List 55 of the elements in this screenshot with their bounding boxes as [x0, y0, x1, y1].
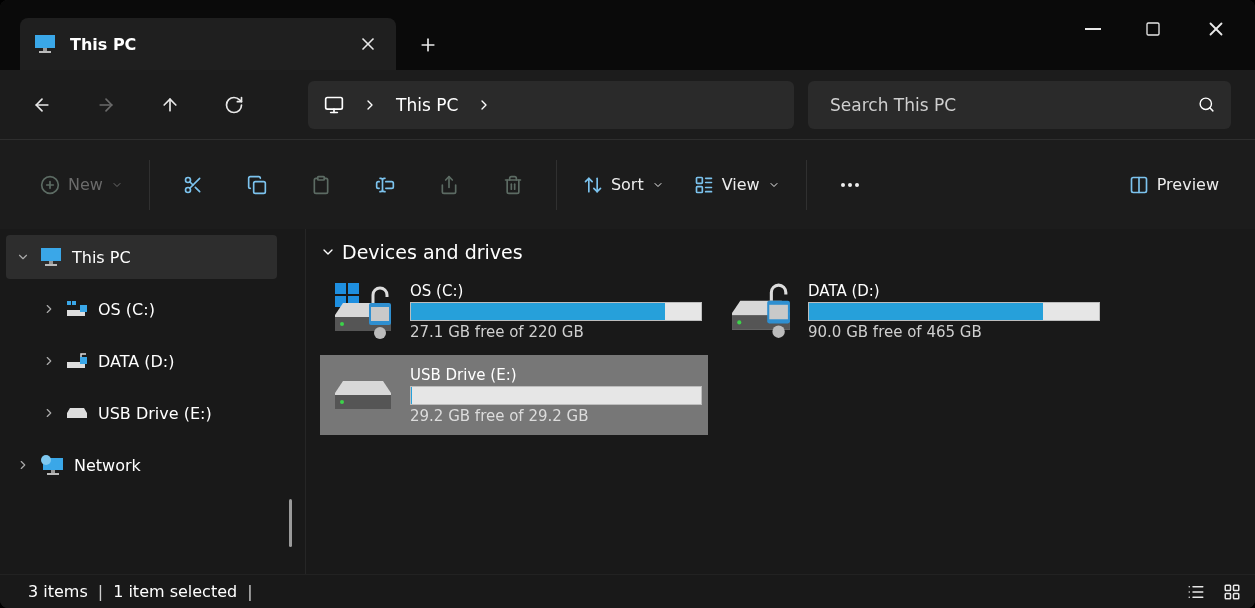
monitor-icon	[324, 94, 344, 115]
sidebar-label: DATA (D:)	[98, 351, 175, 371]
sidebar-label: Network	[74, 455, 141, 475]
sidebar-item[interactable]: OS (C:)	[6, 287, 277, 331]
drive-icon	[66, 352, 88, 370]
sidebar-item[interactable]: USB Drive (E:)	[6, 391, 277, 435]
refresh-icon	[224, 94, 244, 115]
status-text: 1 item selected	[113, 582, 238, 601]
drive-name: OS (C:)	[410, 281, 465, 300]
tab[interactable]: This PC	[20, 18, 396, 70]
drive-name: USB Drive (E:)	[410, 365, 518, 384]
search-field[interactable]: Search This PC	[808, 80, 1231, 129]
grid-icon	[1223, 582, 1241, 601]
scrollbar[interactable]	[289, 499, 292, 547]
sidebar-item[interactable]: This PC	[6, 235, 277, 279]
monitor-icon	[34, 34, 56, 54]
locked-drive-icon	[731, 282, 791, 340]
status-text: 3 items	[28, 582, 88, 601]
drive-tile[interactable]: DATA (D:) 90.0 GB free of 465 GB	[718, 271, 1106, 351]
preview-button[interactable]: Preview	[1120, 168, 1227, 201]
locked-drive-icon	[333, 282, 393, 340]
view-button[interactable]: View	[685, 168, 788, 201]
free-space: 27.1 GB free of 220 GB	[410, 322, 585, 341]
minimize-icon	[1085, 28, 1101, 30]
scissors-icon	[182, 174, 203, 195]
breadcrumb[interactable]: This PC	[396, 94, 459, 115]
free-space: 29.2 GB free of 29.2 GB	[410, 406, 590, 425]
sidebar-item[interactable]: Network	[6, 443, 277, 487]
drive-icon	[66, 407, 88, 419]
plus-circle-icon	[40, 174, 60, 195]
more-icon	[840, 182, 859, 187]
group-header[interactable]: Devices and drives	[320, 241, 523, 263]
trash-icon	[502, 174, 523, 195]
tab-title: This PC	[70, 34, 138, 54]
view-list-icon	[693, 174, 714, 195]
search-icon	[1198, 95, 1215, 113]
monitor-icon	[40, 247, 62, 267]
free-space: 90.0 GB free of 465 GB	[808, 322, 983, 341]
drive-icon	[334, 380, 392, 410]
sidebar-item[interactable]: DATA (D:)	[6, 339, 277, 383]
drive-tile[interactable]: OS (C:) 27.1 GB free of 220 GB	[320, 271, 708, 351]
maximize-icon	[1145, 21, 1161, 37]
network-icon	[40, 454, 64, 476]
drive-tile[interactable]: USB Drive (E:) 29.2 GB free of 29.2 GB	[320, 355, 708, 435]
copy-icon	[246, 174, 267, 195]
sidebar-label: USB Drive (E:)	[98, 403, 212, 423]
sidebar-label: This PC	[72, 247, 131, 267]
drive-icon	[66, 300, 88, 318]
drive-name: DATA (D:)	[808, 281, 881, 300]
sort-button[interactable]: Sort	[574, 168, 672, 201]
address-bar[interactable]: This PC	[308, 80, 794, 129]
separator: |	[247, 582, 253, 601]
separator: |	[97, 582, 104, 601]
sidebar-label: OS (C:)	[98, 299, 155, 319]
split-panel-icon	[1128, 174, 1149, 195]
